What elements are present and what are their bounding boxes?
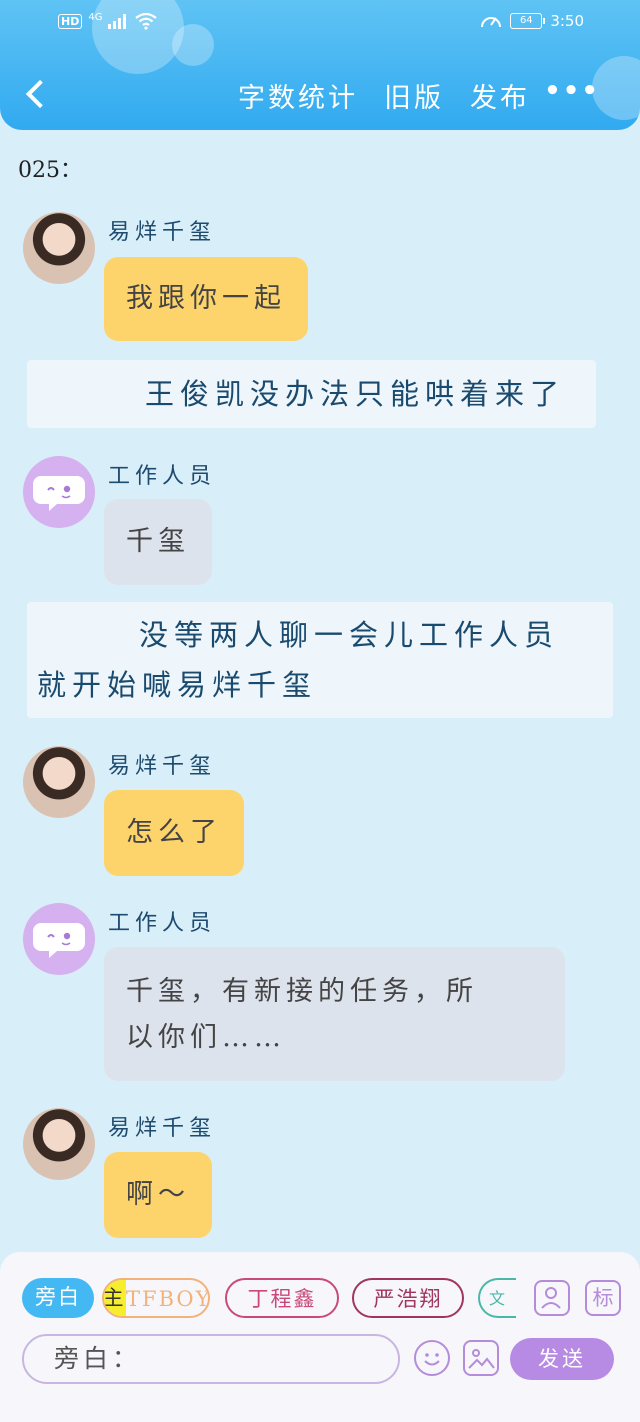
role-chip-ding-chengxin[interactable]: 丁程鑫 xyxy=(225,1278,339,1318)
send-button[interactable]: 发送 xyxy=(510,1338,614,1380)
composer-panel: 旁白 主 TFBOYS 丁程鑫 严浩翔 文 标 旁白： 发送 xyxy=(0,1252,640,1422)
chat-bubble-icon xyxy=(33,923,85,958)
smiley-icon xyxy=(424,1353,440,1366)
message-input[interactable]: 旁白： xyxy=(22,1334,400,1384)
message-bubble[interactable]: 千玺 xyxy=(104,499,212,585)
message-bubble[interactable]: 千玺，有新接的任务，所 以你们…… xyxy=(104,947,565,1081)
avatar[interactable] xyxy=(23,1108,95,1180)
add-character-button[interactable] xyxy=(534,1280,570,1316)
network-label: 4G xyxy=(88,11,103,23)
image-icon xyxy=(468,1349,495,1369)
word-count-button[interactable]: 字数统计 xyxy=(238,76,358,115)
speaker-name: 易烊千玺 xyxy=(108,220,217,245)
message-bubble[interactable]: 啊～ xyxy=(104,1152,212,1238)
role-chip-narrator[interactable]: 旁白 xyxy=(22,1278,94,1318)
message-bubble[interactable]: 怎么了 xyxy=(104,790,244,876)
avatar[interactable] xyxy=(23,903,95,975)
speaker-name: 易烊千玺 xyxy=(108,1116,217,1141)
nav-actions: 字数统计 旧版 发布 xyxy=(238,76,530,115)
speed-gauge-icon xyxy=(481,17,502,28)
message-line: 千玺，有新接的任务，所 xyxy=(126,976,478,1007)
chapter-number: 025： xyxy=(18,158,82,183)
message-line: 以你们…… xyxy=(126,1022,286,1053)
back-button[interactable] xyxy=(22,78,55,109)
role-chip-tfboys[interactable]: 主 TFBOYS xyxy=(102,1278,210,1318)
wifi-icon xyxy=(135,12,158,30)
speaker-name: 易烊千玺 xyxy=(108,754,217,779)
person-icon xyxy=(541,1287,561,1309)
chevron-left-icon xyxy=(25,79,55,109)
message-bubble[interactable]: 我跟你一起 xyxy=(104,257,308,341)
chat-bubble-icon xyxy=(33,476,85,511)
old-version-button[interactable]: 旧版 xyxy=(384,76,444,115)
speaker-name: 工作人员 xyxy=(108,464,217,489)
main-role-marker: 主 xyxy=(104,1280,126,1316)
status-bar: HD 4G 64 3:50 xyxy=(0,10,640,38)
hd-badge: HD xyxy=(58,13,83,29)
role-chip-partial[interactable]: 文 xyxy=(478,1278,516,1318)
narration-text: 就开始喊易烊千玺 xyxy=(37,668,318,702)
signal-icon xyxy=(108,14,127,29)
emoji-button[interactable] xyxy=(414,1340,450,1376)
narration-block[interactable]: 王俊凯没办法只能哄着来了 xyxy=(27,360,596,428)
narration-block[interactable]: 没等两人聊一会儿工作人员 就开始喊易烊千玺 xyxy=(27,602,613,718)
avatar[interactable] xyxy=(23,212,95,284)
speaker-name: 工作人员 xyxy=(108,911,217,936)
narration-text: 没等两人聊一会儿工作人员 xyxy=(139,618,560,652)
battery-icon: 64 xyxy=(510,13,546,29)
role-chip-yan-haoxiang[interactable]: 严浩翔 xyxy=(352,1278,464,1318)
publish-button[interactable]: 发布 xyxy=(470,76,530,115)
more-options-button[interactable]: ••• xyxy=(544,76,600,106)
avatar[interactable] xyxy=(23,746,95,818)
narration-text: 王俊凯没办法只能哄着来了 xyxy=(145,377,566,411)
image-button[interactable] xyxy=(463,1340,499,1376)
avatar[interactable] xyxy=(23,456,95,528)
clock: 3:50 xyxy=(550,12,584,30)
tag-button[interactable]: 标 xyxy=(585,1280,621,1316)
top-bar: HD 4G 64 3:50 字数统计 旧版 发布 ••• xyxy=(0,0,640,130)
